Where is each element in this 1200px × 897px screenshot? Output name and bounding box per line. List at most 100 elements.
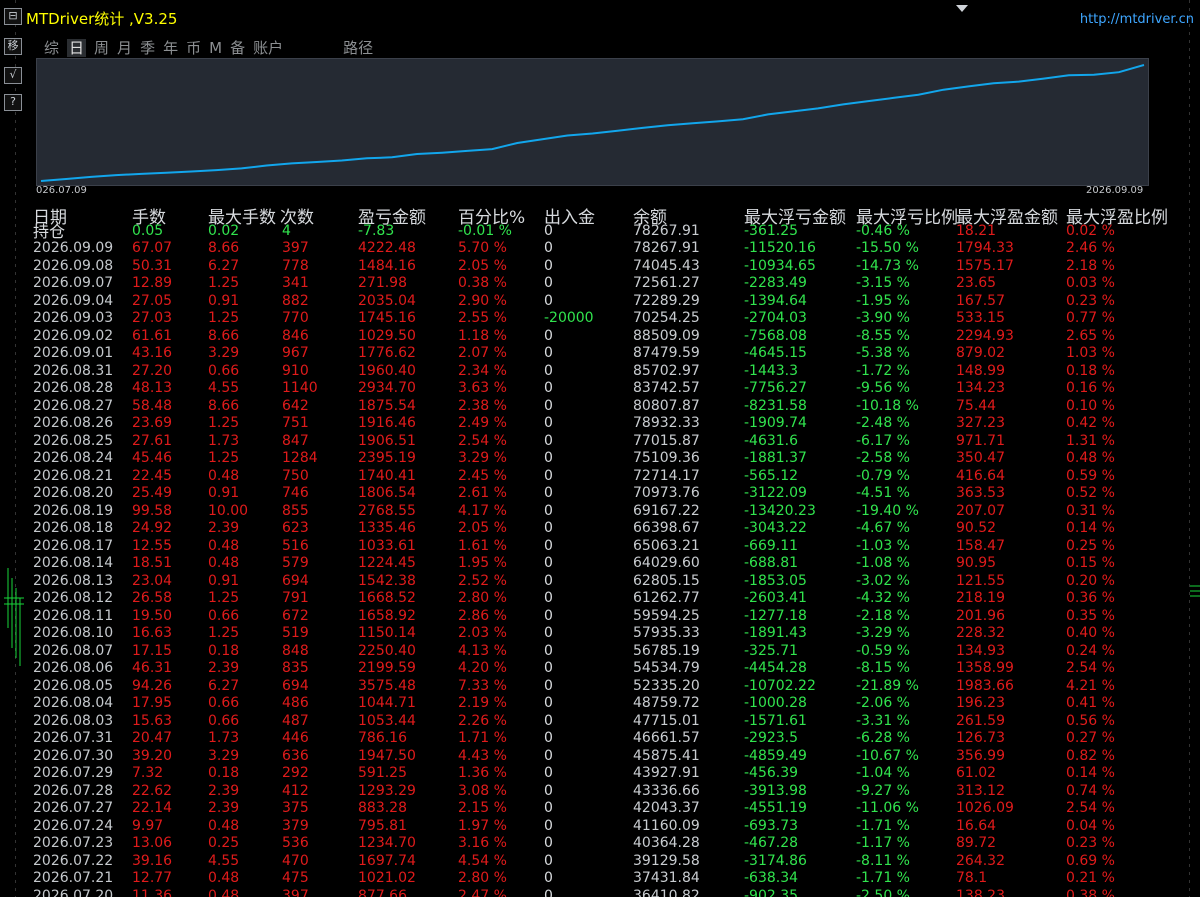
cell-max-float-profit: 2294.93 <box>956 327 1014 344</box>
cell-lots: 99.58 <box>132 502 173 519</box>
table-row[interactable]: 2026.08.21 22.45 0.48 750 1740.41 2.45 % 0 7271… <box>26 468 1200 485</box>
minimize-icon[interactable]: ⊟ <box>4 8 22 25</box>
cell-pnl: -7.83 <box>358 223 395 239</box>
cell-percent: 2.86 % <box>458 607 507 624</box>
cell-max-lots: 1.25 <box>208 625 240 641</box>
cell-balance: 66398.67 <box>633 520 700 536</box>
table-row[interactable]: 2026.08.20 25.49 0.91 746 1806.54 2.61 % 0 7097… <box>26 485 1200 502</box>
check-icon[interactable]: √ <box>4 67 22 84</box>
table-row[interactable]: 2026.07.27 22.14 2.39 375 883.28 2.15 % 0 42043… <box>26 800 1200 817</box>
table-row[interactable]: 2026.07.21 12.77 0.48 475 1021.02 2.80 % 0 3743… <box>26 870 1200 887</box>
cell-max-float-loss-pct: -1.03 % <box>856 537 910 554</box>
cell-count: 536 <box>282 835 309 851</box>
tab-4[interactable]: 季 <box>140 39 155 57</box>
cell-count: 379 <box>282 817 309 834</box>
cell-date: 2026.09.02 <box>33 327 114 344</box>
cell-date: 2026.07.23 <box>33 835 114 851</box>
cell-max-float-loss-pct: -6.28 % <box>856 730 910 746</box>
cell-balance: 57935.33 <box>633 625 700 641</box>
cell-max-lots: 0.66 <box>208 695 240 711</box>
tab-8[interactable]: 备 <box>230 39 245 57</box>
cell-lots: 12.55 <box>132 537 173 554</box>
cell-percent: 4.43 % <box>458 747 507 764</box>
cell-max-float-profit: 158.47 <box>956 537 1005 554</box>
cell-percent: 4.17 % <box>458 502 507 519</box>
tab-1[interactable]: 日 <box>67 39 87 57</box>
cell-max-float-loss-pct: -3.31 % <box>856 712 910 729</box>
cell-pnl: 1150.14 <box>358 625 416 641</box>
cell-percent: 2.34 % <box>458 362 507 379</box>
cell-max-float-profit: 61.02 <box>956 765 997 781</box>
table-row[interactable]: 2026.08.06 46.31 2.39 835 2199.59 4.20 % 0 5453… <box>26 660 1200 677</box>
table-row[interactable]: 2026.07.24 9.97 0.48 379 795.81 1.97 % 0 41160.… <box>26 818 1200 835</box>
table-row[interactable]: 2026.09.08 50.31 6.27 778 1484.16 2.05 % 0 7404… <box>26 258 1200 275</box>
position-row[interactable]: 持仓 0.05 0.02 4 -7.83 -0.01 % 0 78267.91 -361.25 -… <box>26 223 1200 240</box>
cell-max-float-loss: -2283.49 <box>744 275 807 291</box>
table-row[interactable]: 2026.09.04 27.05 0.91 882 2035.04 2.90 % 0 7228… <box>26 293 1200 310</box>
cell-max-float-profit-pct: 2.54 % <box>1066 660 1115 676</box>
table-row[interactable]: 2026.08.12 26.58 1.25 791 1668.52 2.80 % 0 6126… <box>26 590 1200 607</box>
tab-5[interactable]: 年 <box>163 39 178 57</box>
table-row[interactable]: 2026.08.14 18.51 0.48 579 1224.45 1.95 % 0 6402… <box>26 555 1200 572</box>
table-row[interactable]: 2026.07.22 39.16 4.55 470 1697.74 4.54 % 0 3912… <box>26 853 1200 870</box>
cell-deposit: 0 <box>544 362 553 379</box>
cell-max-float-loss: -361.25 <box>744 223 799 239</box>
cell-max-float-profit-pct: 0.74 % <box>1066 782 1115 799</box>
table-row[interactable]: 2026.08.18 24.92 2.39 623 1335.46 2.05 % 0 6639… <box>26 520 1200 537</box>
table-row[interactable]: 2026.08.19 99.58 10.00 855 2768.55 4.17 % 0 691… <box>26 503 1200 520</box>
cell-balance: 54534.79 <box>633 660 700 676</box>
cell-max-float-profit-pct: 0.10 % <box>1066 397 1115 414</box>
cell-max-lots: 0.91 <box>208 572 240 589</box>
cell-balance: 56785.19 <box>633 642 700 659</box>
site-link[interactable]: http://mtdriver.cn <box>1080 12 1194 27</box>
table-row[interactable]: 2026.08.13 23.04 0.91 694 1542.38 2.52 % 0 6280… <box>26 573 1200 590</box>
table-row[interactable]: 2026.08.04 17.95 0.66 486 1044.71 2.19 % 0 4875… <box>26 695 1200 712</box>
cell-date: 2026.08.24 <box>33 450 114 466</box>
table-row[interactable]: 2026.08.26 23.69 1.25 751 1916.46 2.49 % 0 7893… <box>26 415 1200 432</box>
cell-max-float-profit-pct: 0.15 % <box>1066 555 1115 571</box>
table-row[interactable]: 2026.07.30 39.20 3.29 636 1947.50 4.43 % 0 4587… <box>26 748 1200 765</box>
table-row[interactable]: 2026.08.25 27.61 1.73 847 1906.51 2.54 % 0 7701… <box>26 433 1200 450</box>
table-row[interactable]: 2026.09.03 27.03 1.25 770 1745.16 2.55 % -2000… <box>26 310 1200 327</box>
tab-9[interactable]: 账户 <box>253 39 283 57</box>
cell-max-float-profit-pct: 0.14 % <box>1066 765 1115 781</box>
tab-6[interactable]: 币 <box>186 39 201 57</box>
cell-deposit: 0 <box>544 642 553 659</box>
tab-3[interactable]: 月 <box>117 39 132 57</box>
cell-max-float-profit: 879.02 <box>956 345 1005 361</box>
table-row[interactable]: 2026.07.23 13.06 0.25 536 1234.70 3.16 % 0 4036… <box>26 835 1200 852</box>
table-row[interactable]: 2026.09.02 61.61 8.66 846 1029.50 1.18 % 0 8850… <box>26 328 1200 345</box>
tab-2[interactable]: 周 <box>94 39 109 57</box>
cell-max-float-profit: 89.72 <box>956 835 997 851</box>
cell-max-lots: 0.66 <box>208 362 240 379</box>
move-icon[interactable]: 移 <box>4 38 22 55</box>
table-row[interactable]: 2026.07.28 22.62 2.39 412 1293.29 3.08 % 0 4333… <box>26 783 1200 800</box>
table-row[interactable]: 2026.07.29 7.32 0.18 292 591.25 1.36 % 0 43927.… <box>26 765 1200 782</box>
cell-lots: 39.20 <box>132 747 173 764</box>
cell-max-float-loss-pct: -1.71 % <box>856 817 910 834</box>
tab-0[interactable]: 综 <box>44 39 59 57</box>
cell-max-float-loss: -1000.28 <box>744 695 807 711</box>
table-row[interactable]: 2026.08.31 27.20 0.66 910 1960.40 2.34 % 0 8570… <box>26 363 1200 380</box>
cell-deposit: 0 <box>544 502 553 519</box>
table-row[interactable]: 2026.08.11 19.50 0.66 672 1658.92 2.86 % 0 5959… <box>26 608 1200 625</box>
table-row[interactable]: 2026.07.31 20.47 1.73 446 786.16 1.71 % 0 46661… <box>26 730 1200 747</box>
cell-max-float-loss-pct: -9.27 % <box>856 782 910 799</box>
table-row[interactable]: 2026.07.20 11.36 0.48 397 877.66 2.47 % 0 36410… <box>26 888 1200 897</box>
table-row[interactable]: 2026.08.17 12.55 0.48 516 1033.61 1.61 % 0 6506… <box>26 538 1200 555</box>
table-row[interactable]: 2026.08.10 16.63 1.25 519 1150.14 2.03 % 0 5793… <box>26 625 1200 642</box>
table-row[interactable]: 2026.08.27 58.48 8.66 642 1875.54 2.38 % 0 8080… <box>26 398 1200 415</box>
table-row[interactable]: 2026.08.24 45.46 1.25 1284 2395.19 3.29 % 0 751… <box>26 450 1200 467</box>
table-row[interactable]: 2026.08.05 94.26 6.27 694 3575.48 7.33 % 0 5233… <box>26 678 1200 695</box>
table-row[interactable]: 2026.09.07 12.89 1.25 341 271.98 0.38 % 0 72561… <box>26 275 1200 292</box>
table-row[interactable]: 2026.08.07 17.15 0.18 848 2250.40 4.13 % 0 5678… <box>26 643 1200 660</box>
cell-balance: 64029.60 <box>633 555 700 571</box>
help-icon[interactable]: ? <box>4 94 22 111</box>
table-row[interactable]: 2026.08.28 48.13 4.55 1140 2934.70 3.63 % 0 837… <box>26 380 1200 397</box>
table-row[interactable]: 2026.09.09 67.07 8.66 397 4222.48 5.70 % 0 7826… <box>26 240 1200 257</box>
table-row[interactable]: 2026.08.03 15.63 0.66 487 1053.44 2.26 % 0 4771… <box>26 713 1200 730</box>
cell-percent: 3.29 % <box>458 450 507 466</box>
table-row[interactable]: 2026.09.01 43.16 3.29 967 1776.62 2.07 % 0 8747… <box>26 345 1200 362</box>
tab-7[interactable]: M <box>209 39 222 57</box>
tab-path[interactable]: 路径 <box>343 39 373 57</box>
